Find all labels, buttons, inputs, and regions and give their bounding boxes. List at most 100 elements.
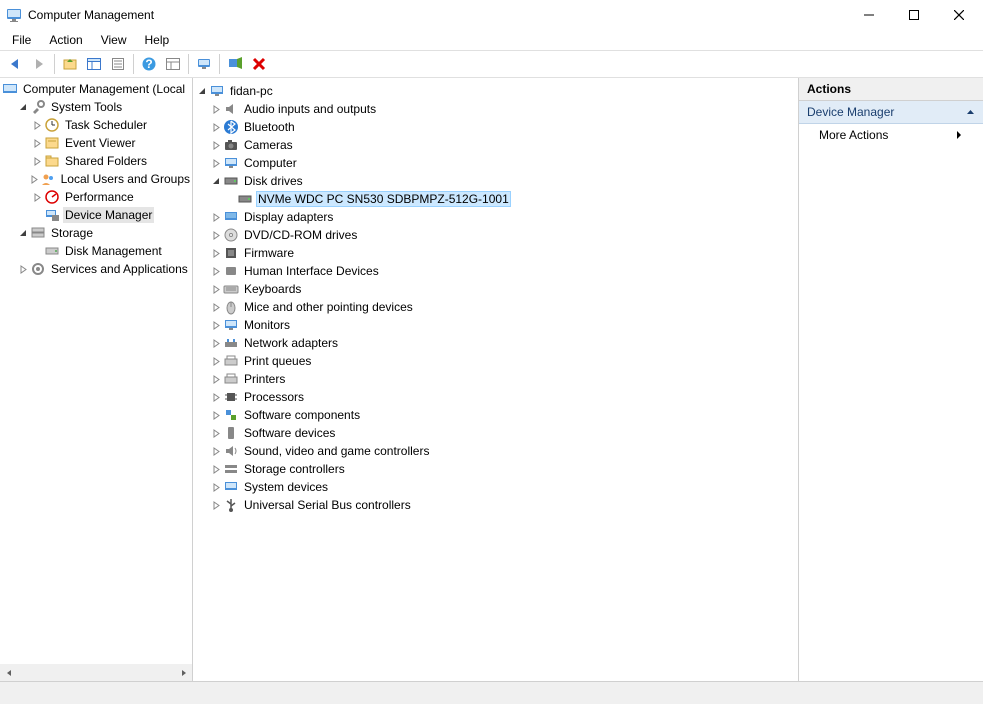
expand-icon[interactable] [30,121,44,130]
expand-icon[interactable] [209,213,223,222]
expand-icon[interactable] [209,249,223,258]
tree-root-computer-management[interactable]: Computer Management (Local [0,80,192,98]
help-button[interactable]: ? [138,53,160,75]
keyboard-icon [223,281,239,297]
actions-more-actions[interactable]: More Actions [799,124,983,146]
left-tree[interactable]: Computer Management (Local System Tools … [0,78,192,280]
tree-row[interactable]: Processors [193,388,798,406]
menu-file[interactable]: File [4,31,39,49]
tree-row[interactable]: Monitors [193,316,798,334]
properties-button[interactable] [107,53,129,75]
tree-shared-folders[interactable]: Shared Folders [0,152,192,170]
expand-icon[interactable] [209,375,223,384]
tree-row[interactable]: Storage controllers [193,460,798,478]
storage-icon [30,225,46,241]
expand-icon[interactable] [209,393,223,402]
maximize-button[interactable] [891,0,936,30]
expand-icon[interactable] [209,447,223,456]
device-tree[interactable]: fidan-pc Audio inputs and outputs Blueto… [193,80,798,516]
expand-icon[interactable] [209,339,223,348]
collapse-icon[interactable] [209,177,223,186]
tree-task-scheduler[interactable]: Task Scheduler [0,116,192,134]
expand-icon[interactable] [30,157,44,166]
tree-row[interactable]: Print queues [193,352,798,370]
expand-icon[interactable] [209,465,223,474]
tree-system-tools[interactable]: System Tools [0,98,192,116]
expand-icon[interactable] [209,501,223,510]
tree-disk-drives[interactable]: Disk drives [193,172,798,190]
tree-disk-management[interactable]: Disk Management [0,242,192,260]
expand-icon[interactable] [209,303,223,312]
tree-row[interactable]: Keyboards [193,280,798,298]
tree-row[interactable]: System devices [193,478,798,496]
expand-icon[interactable] [209,105,223,114]
tree-row[interactable]: fidan-pc [193,82,798,100]
menu-help[interactable]: Help [137,31,178,49]
expand-icon[interactable] [209,123,223,132]
collapse-icon[interactable] [195,87,209,96]
expand-icon[interactable] [209,285,223,294]
back-button[interactable] [4,53,26,75]
expand-icon[interactable] [209,357,223,366]
monitor-icon [223,317,239,333]
expand-icon[interactable] [209,429,223,438]
tree-row[interactable]: Sound, video and game controllers [193,442,798,460]
actions-section-device-manager[interactable]: Device Manager [799,101,983,124]
menu-action[interactable]: Action [41,31,90,49]
computer-icon-button[interactable] [193,53,215,75]
tree-storage[interactable]: Storage [0,224,192,242]
tree-row[interactable]: Cameras [193,136,798,154]
expand-icon[interactable] [209,141,223,150]
up-button[interactable] [59,53,81,75]
tree-row[interactable]: Computer [193,154,798,172]
tree-event-viewer[interactable]: Event Viewer [0,134,192,152]
tree-row[interactable]: Display adapters [193,208,798,226]
tree-row[interactable]: Audio inputs and outputs [193,100,798,118]
sw-devices-icon [223,425,239,441]
scroll-left-button[interactable] [0,664,17,681]
processor-icon [223,389,239,405]
tree-local-users[interactable]: Local Users and Groups [0,170,192,188]
forward-button[interactable] [28,53,50,75]
tree-nvme-disk[interactable]: NVMe WDC PC SN530 SDBPMPZ-512G-1001 [193,190,798,208]
tree-row[interactable]: Firmware [193,244,798,262]
tree-row[interactable]: Printers [193,370,798,388]
expand-icon[interactable] [209,231,223,240]
tree-services-apps[interactable]: Services and Applications [0,260,192,278]
tree-row[interactable]: Bluetooth [193,118,798,136]
view-button[interactable] [162,53,184,75]
scroll-track[interactable] [17,664,175,681]
firmware-icon [223,245,239,261]
tree-row[interactable]: Mice and other pointing devices [193,298,798,316]
expand-icon[interactable] [16,265,30,274]
horizontal-scrollbar[interactable] [0,664,192,681]
menu-view[interactable]: View [93,31,135,49]
expand-icon[interactable] [209,267,223,276]
scroll-right-button[interactable] [175,664,192,681]
expand-icon[interactable] [30,139,44,148]
minimize-button[interactable] [846,0,891,30]
expand-icon[interactable] [209,411,223,420]
show-hide-tree-button[interactable] [83,53,105,75]
dvd-icon [223,227,239,243]
expand-icon[interactable] [30,175,40,184]
tree-row[interactable]: Network adapters [193,334,798,352]
tree-row[interactable]: Human Interface Devices [193,262,798,280]
collapse-icon[interactable] [16,229,30,238]
delete-button[interactable] [248,53,270,75]
tree-performance[interactable]: Performance [0,188,192,206]
scan-button[interactable] [224,53,246,75]
actions-pane: Actions Device Manager More Actions [799,78,983,681]
tree-row[interactable]: DVD/CD-ROM drives [193,226,798,244]
tree-row[interactable]: Universal Serial Bus controllers [193,496,798,514]
close-button[interactable] [936,0,981,30]
tree-row[interactable]: Software devices [193,424,798,442]
expand-icon[interactable] [209,159,223,168]
tree-row[interactable]: Software components [193,406,798,424]
tree-device-manager[interactable]: Device Manager [0,206,192,224]
services-icon [30,261,46,277]
expand-icon[interactable] [209,321,223,330]
expand-icon[interactable] [209,483,223,492]
expand-icon[interactable] [30,193,44,202]
collapse-icon[interactable] [16,103,30,112]
